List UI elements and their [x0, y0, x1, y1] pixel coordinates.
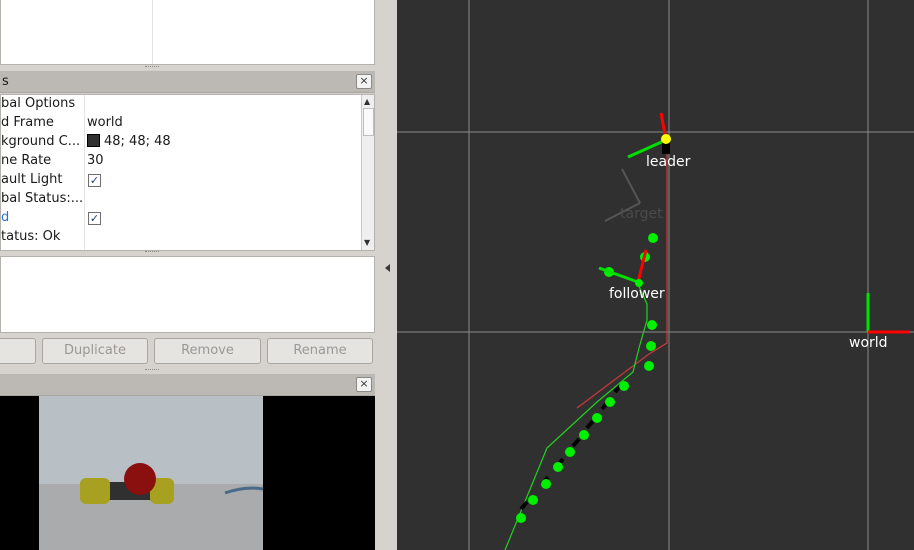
leader-label: leader: [646, 154, 691, 170]
displays-panel-title-bar: s ×: [0, 71, 375, 93]
follower-frame: [598, 249, 648, 284]
world-frame: [866, 293, 909, 334]
property-value[interactable]: world: [87, 115, 123, 130]
close-icon[interactable]: ×: [356, 74, 372, 89]
property-label: tatus: Ok: [1, 229, 61, 244]
splitter-grip[interactable]: [145, 66, 159, 69]
grid: [397, 0, 914, 550]
follower-label: follower: [609, 286, 665, 302]
camera-panel-title-bar: ×: [0, 374, 375, 396]
camera-image-view: [0, 396, 375, 550]
target-label: target: [620, 206, 663, 222]
property-description-area: [0, 256, 375, 333]
tree-row-fixed-frame[interactable]: d Frame world: [1, 114, 361, 133]
display-properties-tree: bal Options d Frame world kground C... 4…: [0, 94, 375, 251]
tree-row-frame-rate[interactable]: ne Rate 30: [1, 152, 361, 171]
property-label: bal Options: [1, 96, 76, 111]
leader-marker: [661, 134, 671, 144]
leader-frame: [627, 112, 668, 159]
waypoint: [605, 397, 615, 407]
property-value[interactable]: 48; 48; 48: [87, 134, 171, 149]
robot-red-sphere: [124, 463, 156, 495]
grid-enabled-checkbox[interactable]: ✓: [88, 212, 101, 225]
close-icon[interactable]: ×: [356, 377, 372, 392]
displays-panel-title: s: [2, 74, 9, 89]
property-label: ne Rate: [1, 153, 52, 168]
tree-row-status[interactable]: tatus: Ok: [1, 228, 361, 247]
scrollbar-thumb[interactable]: [363, 108, 374, 136]
property-label: d Frame: [1, 115, 54, 130]
leader-trail: [576, 150, 668, 409]
robot-wheel-left: [80, 478, 110, 504]
tree-row-background-color[interactable]: kground C... 48; 48; 48: [1, 133, 361, 152]
scene-canvas[interactable]: target leader follower world: [397, 0, 914, 550]
waypoint: [592, 413, 602, 423]
color-swatch: [87, 134, 100, 147]
waypoint: [541, 479, 551, 489]
tree-row-grid[interactable]: d ✓: [1, 209, 361, 228]
property-value[interactable]: 30: [87, 153, 104, 168]
waypoint: [646, 341, 656, 351]
waypoint: [619, 381, 629, 391]
waypoint: [528, 495, 538, 505]
property-label: d: [1, 210, 10, 225]
rename-button[interactable]: Rename: [267, 338, 373, 364]
rviz-window: s × bal Options d Frame world kground C.…: [0, 0, 914, 550]
add-button[interactable]: [0, 338, 36, 364]
footprint: [585, 419, 595, 430]
vertical-scrollbar[interactable]: ▲ ▼: [361, 95, 374, 250]
tree-row-default-light[interactable]: ault Light ✓: [1, 171, 361, 190]
tree-row-global-options[interactable]: bal Options: [1, 95, 361, 114]
dock-splitter[interactable]: [376, 0, 397, 550]
follower-y-axis: [598, 266, 639, 284]
column-divider: [152, 0, 153, 64]
waypoint: [516, 513, 526, 523]
waypoint: [553, 462, 563, 472]
tree-row-global-status[interactable]: bal Status:...: [1, 190, 361, 209]
waypoint: [644, 361, 654, 371]
footprint: [571, 437, 581, 448]
collapse-arrow-icon[interactable]: [385, 264, 390, 272]
3d-render-view[interactable]: target leader follower world: [397, 0, 914, 550]
scroll-up-arrow-icon[interactable]: ▲: [364, 97, 370, 106]
footprint: [519, 500, 529, 511]
waypoint: [647, 320, 657, 330]
property-label: kground C...: [1, 134, 81, 149]
splitter-grip[interactable]: [145, 251, 159, 254]
target-axis: [621, 168, 641, 204]
duplicate-button[interactable]: Duplicate: [42, 338, 148, 364]
property-label: bal Status:...: [1, 191, 84, 206]
default-light-checkbox[interactable]: ✓: [88, 174, 101, 187]
follower-path: [504, 281, 648, 550]
property-label: ault Light: [1, 172, 63, 187]
waypoint: [579, 430, 589, 440]
world-label: world: [849, 335, 888, 351]
top-tree-panel[interactable]: [0, 0, 375, 65]
left-dock-area: s × bal Options d Frame world kground C.…: [0, 0, 376, 550]
waypoint: [565, 447, 575, 457]
scroll-down-arrow-icon[interactable]: ▼: [364, 238, 370, 247]
waypoint: [648, 233, 658, 243]
camera-image: [39, 396, 264, 550]
color-value: 48; 48; 48: [104, 134, 171, 149]
splitter-grip[interactable]: [145, 369, 159, 372]
waypoints: [516, 233, 658, 523]
remove-button[interactable]: Remove: [154, 338, 261, 364]
